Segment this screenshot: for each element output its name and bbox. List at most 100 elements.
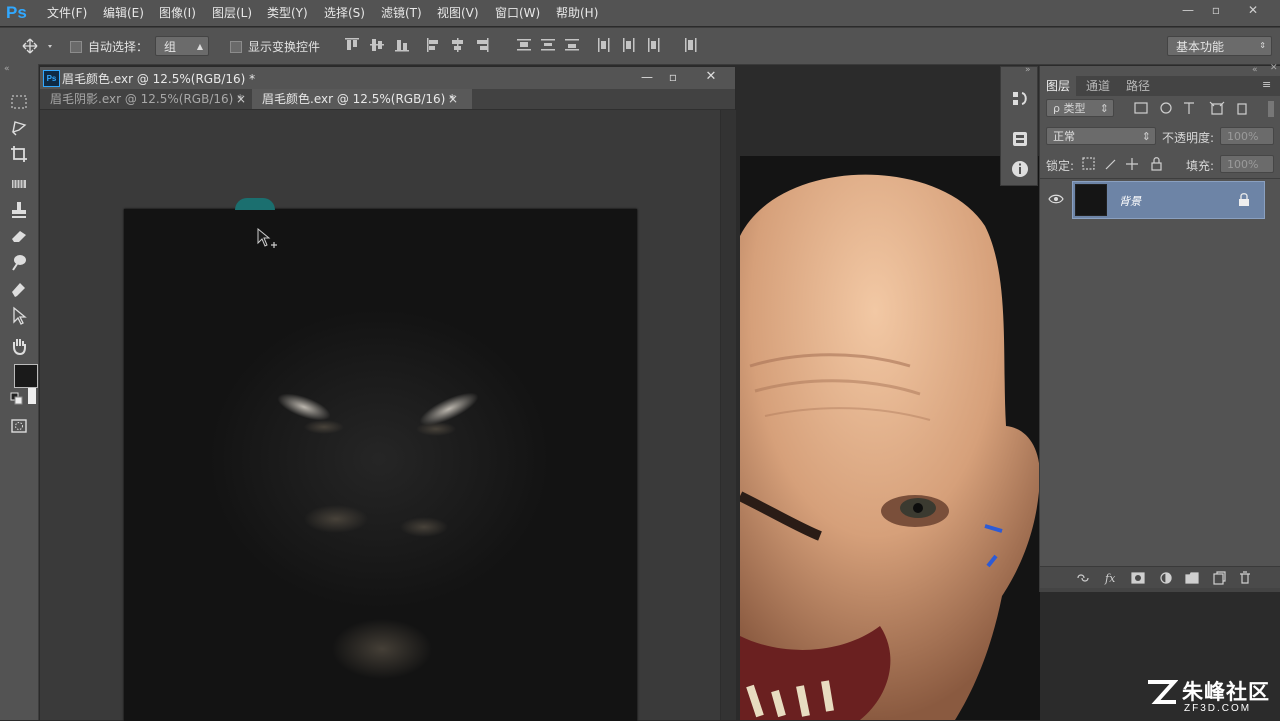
auto-select-value: 组 [164,40,177,54]
document-title: 眉毛颜色.exr @ 12.5%(RGB/16) * [62,72,256,86]
move-cursor-icon [257,228,277,248]
menu-edit[interactable]: 编辑(E) [103,5,144,21]
menu-image[interactable]: 图像(I) [159,5,196,21]
dropdown-arrow-icon: ⇕ [1259,41,1266,50]
history-icon[interactable] [1010,89,1030,109]
panel-tabs: 图层 通道 路径 ≡ [1040,76,1280,96]
doc-restore-button[interactable]: ▫ [662,67,684,87]
eraser-icon[interactable] [9,226,29,246]
document-title-bar[interactable]: Ps 眉毛颜色.exr @ 12.5%(RGB/16) * — ▫ ✕ [40,67,735,90]
tab-channels[interactable]: 通道 [1080,76,1116,96]
filter-label: ρ 类型 [1053,102,1086,115]
menu-type[interactable]: 类型(Y) [267,5,308,21]
stamp-icon[interactable] [9,200,29,220]
tab-layers[interactable]: 图层 [1040,76,1077,96]
panel-menu-icon[interactable]: ≡ [1262,78,1271,91]
default-colors-icon[interactable] [10,392,24,406]
watermark-domain: ZF3D.COM [1184,703,1252,714]
auto-select-checkbox[interactable] [70,41,82,53]
align-distribute-icons[interactable] [345,37,720,55]
tab-eyebrow-color[interactable]: 眉毛颜色.exr @ 12.5%(RGB/16) * × [252,89,472,109]
app-restore-button[interactable]: ▫ [1205,1,1227,19]
move-tool-icon[interactable] [22,38,54,54]
menu-file[interactable]: 文件(F) [47,5,87,21]
layer-lock-icon [1239,193,1249,206]
image-canvas[interactable] [124,209,637,721]
pen-icon[interactable] [9,280,29,300]
visibility-eye-icon[interactable] [1048,193,1064,205]
show-transform-checkbox[interactable] [230,41,242,53]
path-select-icon[interactable] [9,306,29,326]
opacity-value: 100% [1227,130,1259,143]
layer-row-background[interactable]: 背景 [1072,181,1265,219]
layer-thumbnail [1075,184,1107,216]
smudge-icon[interactable] [9,252,29,272]
layer-action-icons[interactable]: fx [1076,571,1276,585]
tab-close-icon[interactable]: × [448,89,458,109]
patch-icon[interactable] [9,174,29,194]
auto-select-dropdown[interactable]: 组 ▲ [155,36,209,56]
canvas-area[interactable] [40,110,720,721]
auto-select-label: 自动选择： [88,40,149,54]
watermark-logo-icon [1148,680,1178,704]
dropdown-arrow-icon: ▲ [196,42,203,51]
crop-icon[interactable] [9,144,29,164]
filter-toggle[interactable] [1268,101,1274,117]
tab-close-icon[interactable]: × [236,89,246,109]
opacity-input[interactable]: 100% [1220,127,1274,145]
character-head-render [740,156,1040,720]
dropdown-arrow-icon: ⇕ [1141,130,1151,143]
document-ps-icon: Ps [43,70,60,87]
workspace-dropdown[interactable]: 基本功能 ⇕ [1167,36,1272,56]
app-minimize-button[interactable]: — [1177,1,1199,19]
menu-layer[interactable]: 图层(L) [212,5,252,21]
collapse-arrows-icon[interactable]: « [4,64,10,74]
quick-mask-icon[interactable] [9,416,29,436]
vertical-scrollbar[interactable] [720,110,736,720]
lasso-icon[interactable] [9,118,29,138]
menu-window[interactable]: 窗口(W) [495,5,540,21]
panel-resize-handle[interactable] [1040,588,1280,592]
layer-filter-dropdown[interactable]: ρ 类型 ⇕ [1046,99,1114,117]
options-bar: 自动选择： 组 ▲ 显示变换控件 基本功能 ⇕ [0,27,1280,65]
blend-mode-dropdown[interactable]: 正常 ⇕ [1046,127,1156,145]
menu-view[interactable]: 视图(V) [437,5,479,21]
panel-collapse-icon[interactable]: « [1252,65,1258,75]
filter-type-icons[interactable] [1134,101,1254,117]
background-color-swatch[interactable] [28,388,36,404]
properties-icon[interactable] [1010,129,1030,149]
panel-divider [1040,178,1280,179]
marquee-icon[interactable] [9,92,29,112]
menu-filter[interactable]: 滤镜(T) [381,5,422,21]
show-transform-label: 显示变换控件 [248,40,321,54]
foreground-color-swatch[interactable] [14,364,38,388]
icon-dock: » [1000,65,1038,186]
blend-mode-value: 正常 [1053,130,1075,143]
panel-close-icon[interactable]: ✕ [1270,63,1278,73]
fill-input[interactable]: 100% [1220,155,1274,173]
render-viewport [740,156,1040,720]
menu-help[interactable]: 帮助(H) [556,5,598,21]
watermark-brand: 朱峰社区 [1182,680,1270,704]
tools-panel: « [0,64,39,720]
lock-label: 锁定: [1046,159,1075,173]
doc-minimize-button[interactable]: — [636,67,658,87]
tab-label: 眉毛颜色.exr @ 12.5%(RGB/16) * [262,92,456,106]
eyebrow-color-map [209,309,549,679]
expand-arrows-icon[interactable]: » [1025,65,1031,75]
tab-eyebrow-shadow[interactable]: 眉毛阴影.exr @ 12.5%(RGB/16) * × [40,89,256,109]
menu-bar: Ps 文件(F) 编辑(E) 图像(I) 图层(L) 类型(Y) 选择(S) 滤… [0,0,1280,26]
tab-label: 眉毛阴影.exr @ 12.5%(RGB/16) * [50,92,244,106]
info-icon[interactable] [1010,159,1030,179]
doc-close-button[interactable]: ✕ [700,67,722,87]
opacity-label: 不透明度: [1162,131,1215,145]
hand-icon[interactable] [9,336,29,356]
tab-paths[interactable]: 路径 [1120,76,1156,96]
layer-name: 背景 [1119,195,1141,208]
lock-options-icons[interactable] [1082,157,1164,171]
fill-value: 100% [1227,158,1259,171]
menu-select[interactable]: 选择(S) [324,5,365,21]
layers-panel: « ✕ 图层 通道 路径 ≡ ρ 类型 ⇕ 正常 ⇕ 不透明度: 100% 锁定… [1039,63,1280,592]
document-tabs: 眉毛阴影.exr @ 12.5%(RGB/16) * × 眉毛颜色.exr @ … [40,89,735,110]
app-close-button[interactable]: ✕ [1242,1,1264,19]
